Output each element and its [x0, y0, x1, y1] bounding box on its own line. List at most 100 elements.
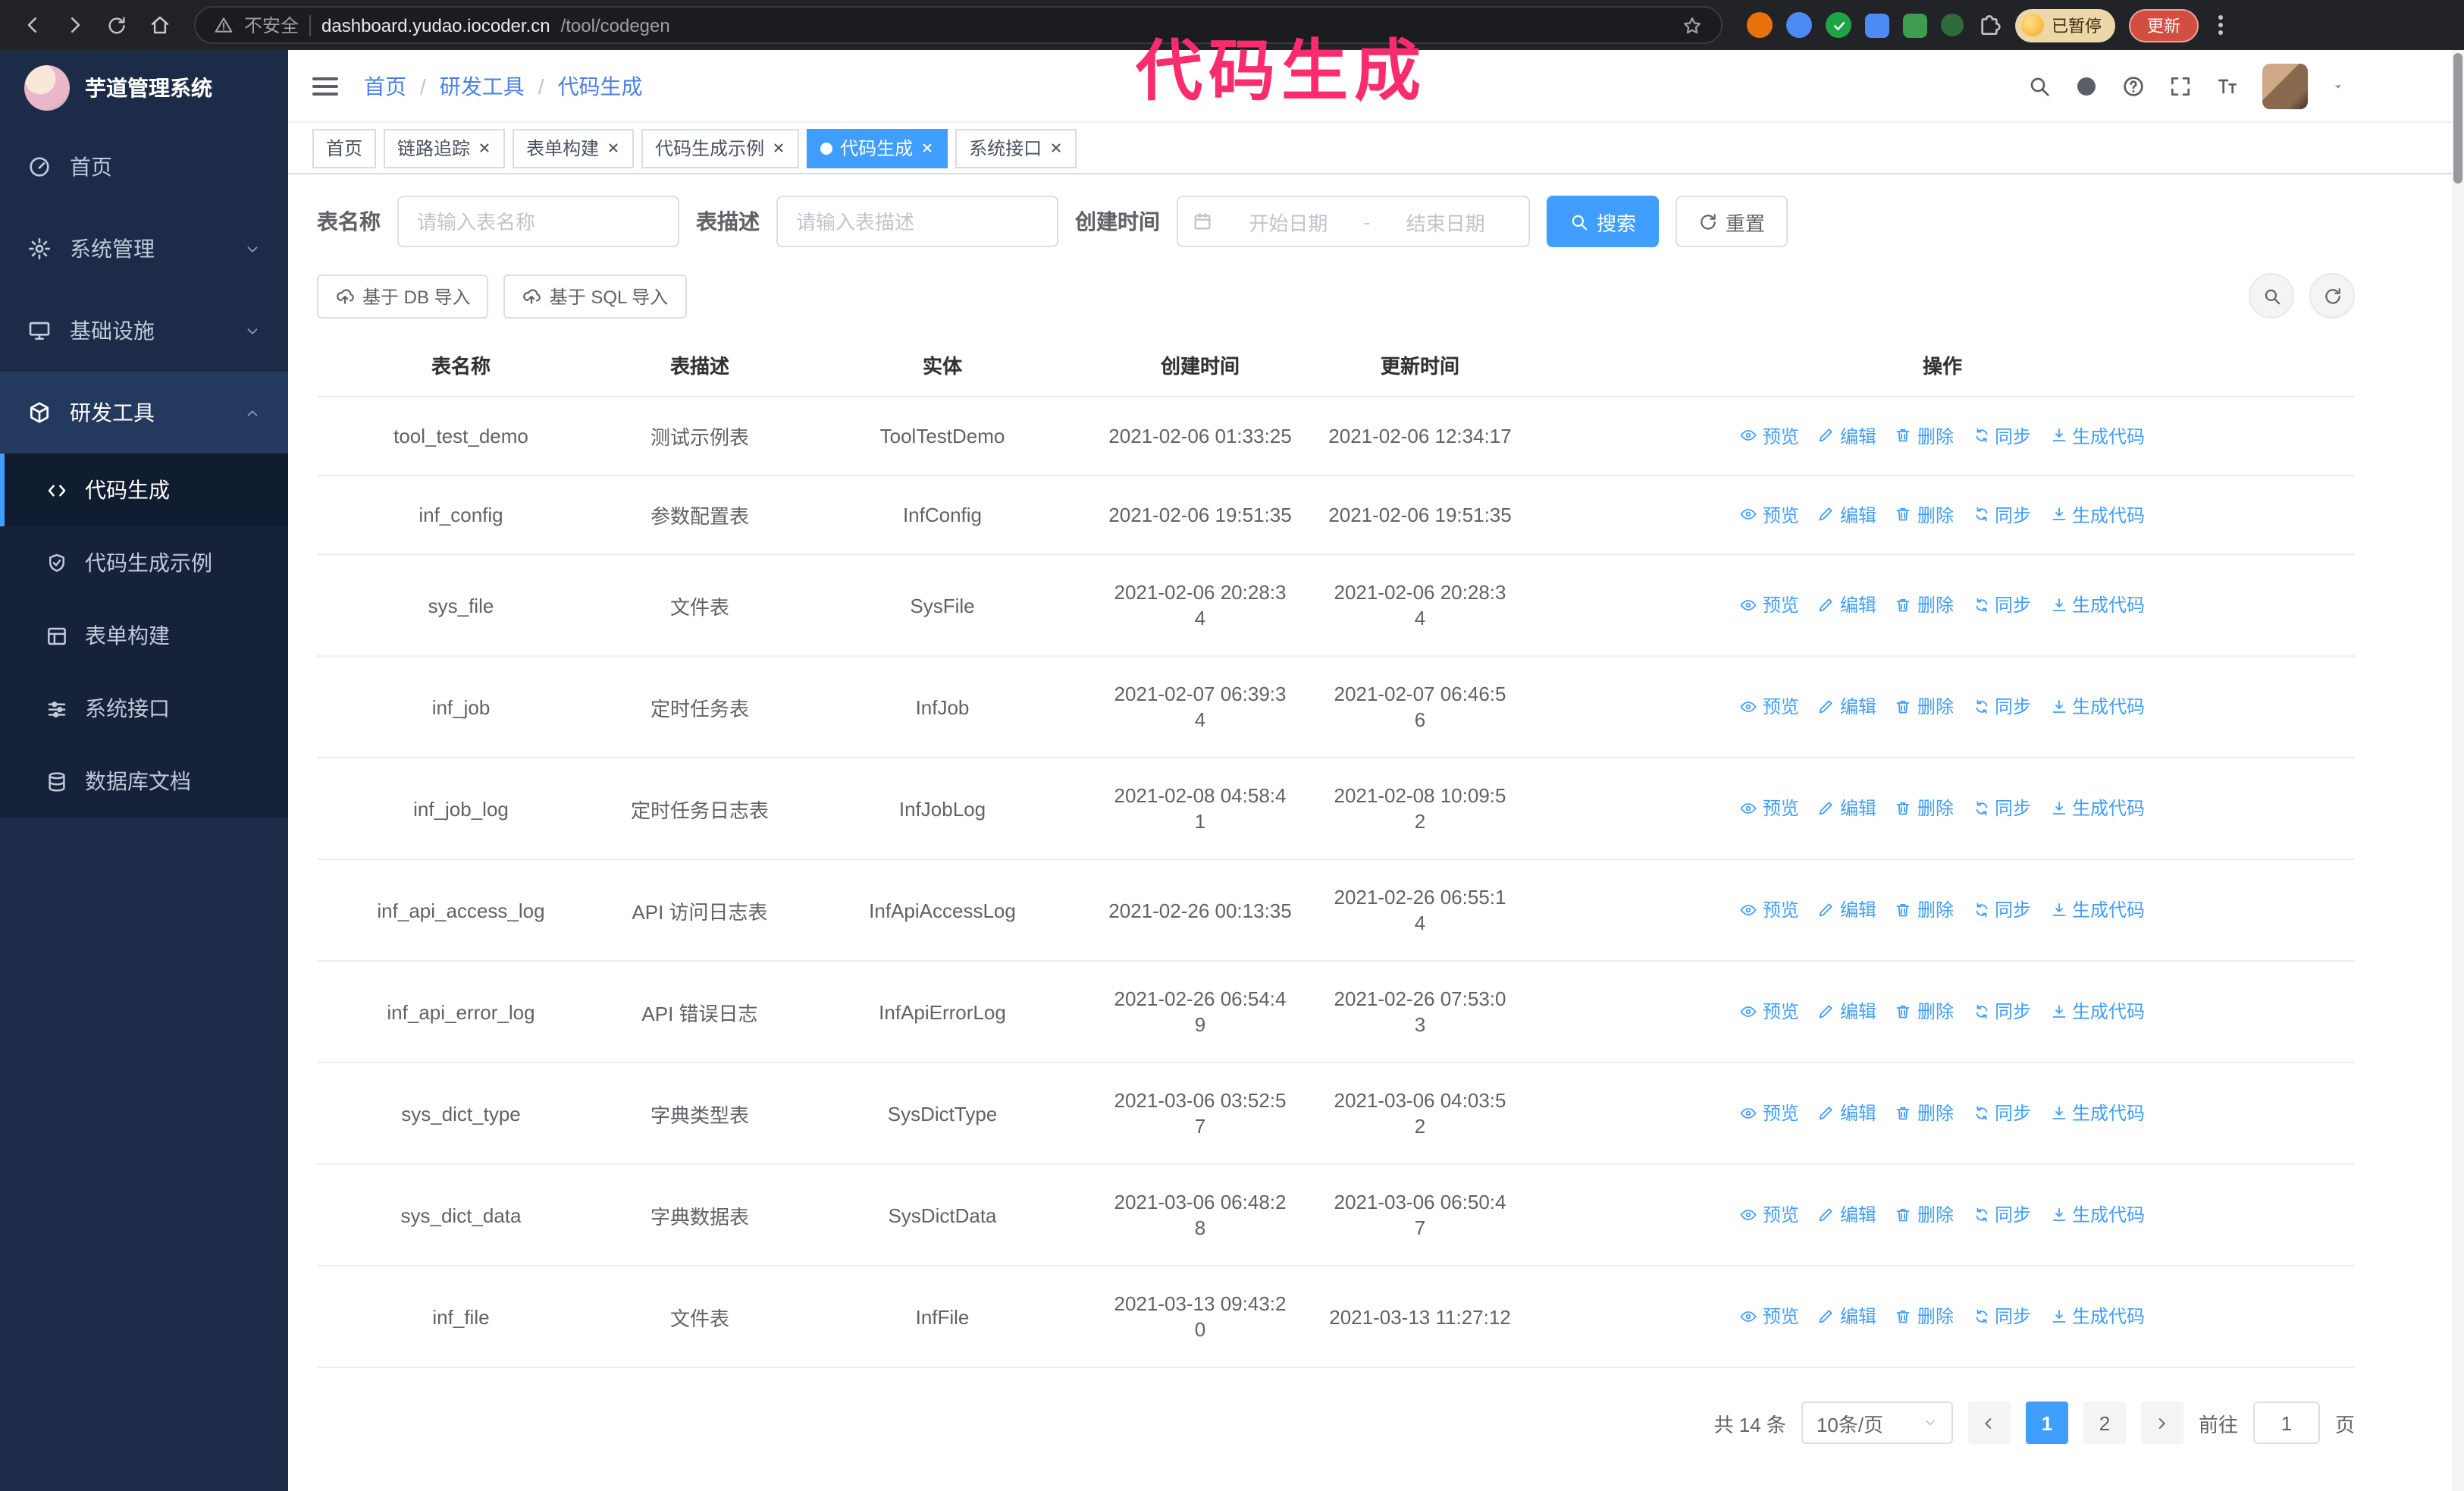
goto-page-input[interactable]	[2252, 1402, 2320, 1444]
close-icon[interactable]	[772, 141, 785, 155]
sidebar-subitem-codegen[interactable]: 代码生成	[0, 454, 288, 526]
search-button[interactable]: 搜索	[1547, 196, 1660, 247]
generate-code-link[interactable]: 生成代码	[2049, 502, 2145, 528]
tab-form-builder[interactable]: 表单构建	[513, 128, 635, 168]
delete-link[interactable]: 删除	[1895, 999, 1954, 1025]
edit-link[interactable]: 编辑	[1817, 796, 1876, 821]
generate-code-link[interactable]: 生成代码	[2049, 592, 2145, 618]
edit-link[interactable]: 编辑	[1817, 423, 1876, 449]
home-button[interactable]	[140, 5, 179, 45]
extension-icon-blue[interactable]	[1786, 12, 1812, 38]
breadcrumb-item-codegen[interactable]: 代码生成	[558, 71, 643, 101]
next-page-button[interactable]	[2140, 1402, 2183, 1444]
update-button[interactable]: 更新	[2129, 8, 2199, 42]
generate-code-link[interactable]: 生成代码	[2049, 1304, 2145, 1329]
generate-code-link[interactable]: 生成代码	[2049, 796, 2145, 821]
preview-link[interactable]: 预览	[1740, 502, 1799, 528]
delete-link[interactable]: 删除	[1895, 502, 1954, 528]
prev-page-button[interactable]	[1967, 1402, 2011, 1444]
edit-link[interactable]: 编辑	[1817, 1304, 1876, 1329]
import-sql-button[interactable]: 基于 SQL 导入	[503, 274, 687, 318]
hamburger-icon[interactable]	[312, 77, 338, 95]
sync-link[interactable]: 同步	[1972, 502, 2031, 528]
toggle-search-button[interactable]	[2249, 273, 2294, 319]
sync-link[interactable]: 同步	[1972, 1304, 2031, 1329]
preview-link[interactable]: 预览	[1740, 423, 1799, 449]
tab-codegen[interactable]: 代码生成	[807, 128, 948, 168]
delete-link[interactable]: 删除	[1895, 1202, 1954, 1228]
extension-icon-blue-square[interactable]	[1865, 13, 1889, 37]
page-size-select[interactable]: 10条/页	[1801, 1402, 1953, 1444]
sync-link[interactable]: 同步	[1972, 897, 2031, 923]
preview-link[interactable]: 预览	[1740, 796, 1799, 821]
refresh-table-button[interactable]	[2309, 273, 2355, 319]
sync-link[interactable]: 同步	[1972, 1100, 2031, 1126]
bookmark-star-icon[interactable]	[1682, 14, 1703, 36]
sync-link[interactable]: 同步	[1972, 592, 2031, 618]
back-button[interactable]	[12, 5, 52, 45]
header-search-icon[interactable]	[2027, 74, 2052, 98]
fullscreen-icon[interactable]	[2168, 74, 2193, 98]
preview-link[interactable]: 预览	[1740, 1100, 1799, 1126]
edit-link[interactable]: 编辑	[1817, 999, 1876, 1025]
address-bar[interactable]: 不安全 dashboard.yudao.iocoder.cn/tool/code…	[194, 6, 1723, 44]
avatar[interactable]	[2262, 63, 2308, 108]
sync-link[interactable]: 同步	[1972, 694, 2031, 720]
import-db-button[interactable]: 基于 DB 导入	[317, 274, 489, 318]
font-size-icon[interactable]	[2215, 74, 2240, 98]
extension-icon-dark-green[interactable]	[1941, 14, 1964, 36]
page-button-2[interactable]: 2	[2083, 1402, 2126, 1444]
sync-link[interactable]: 同步	[1972, 423, 2031, 449]
preview-link[interactable]: 预览	[1740, 694, 1799, 720]
help-icon[interactable]	[2121, 74, 2146, 98]
browser-menu-icon[interactable]	[2212, 9, 2229, 41]
sidebar-subitem-db-doc[interactable]: 数据库文档	[0, 745, 288, 818]
delete-link[interactable]: 删除	[1895, 897, 1954, 923]
reload-button[interactable]	[97, 5, 136, 45]
delete-link[interactable]: 删除	[1895, 1100, 1954, 1126]
edit-link[interactable]: 编辑	[1817, 1202, 1876, 1228]
scrollbar-thumb[interactable]	[2453, 53, 2462, 184]
preview-link[interactable]: 预览	[1740, 897, 1799, 923]
delete-link[interactable]: 删除	[1895, 423, 1954, 449]
close-icon[interactable]	[920, 141, 934, 155]
sidebar-item-infrastructure[interactable]: 基础设施	[0, 290, 288, 372]
reset-button[interactable]: 重置	[1676, 196, 1788, 247]
delete-link[interactable]: 删除	[1895, 796, 1954, 821]
close-icon[interactable]	[1049, 141, 1063, 155]
generate-code-link[interactable]: 生成代码	[2049, 897, 2145, 923]
extension-icon-green-check[interactable]	[1826, 12, 1851, 38]
edit-link[interactable]: 编辑	[1817, 1100, 1876, 1126]
avatar-caret-icon[interactable]	[2331, 78, 2346, 93]
app-logo[interactable]: 芋道管理系统	[0, 50, 288, 126]
sync-link[interactable]: 同步	[1972, 796, 2031, 821]
sync-link[interactable]: 同步	[1972, 1202, 2031, 1228]
preview-link[interactable]: 预览	[1740, 592, 1799, 618]
sidebar-item-system-manage[interactable]: 系统管理	[0, 208, 288, 290]
delete-link[interactable]: 删除	[1895, 694, 1954, 720]
breadcrumb-item-home[interactable]: 首页	[364, 71, 406, 101]
tab-codegen-example[interactable]: 代码生成示例	[641, 128, 800, 168]
tab-system-api[interactable]: 系统接口	[955, 128, 1077, 168]
preview-link[interactable]: 预览	[1740, 1202, 1799, 1228]
sidebar-subitem-form-builder[interactable]: 表单构建	[0, 599, 288, 672]
puzzle-icon[interactable]	[1977, 13, 2002, 37]
page-scrollbar[interactable]	[2452, 50, 2464, 1491]
table-name-input[interactable]	[397, 196, 679, 247]
edit-link[interactable]: 编辑	[1817, 592, 1876, 618]
preview-link[interactable]: 预览	[1740, 1304, 1799, 1329]
tab-tracing[interactable]: 链路追踪	[384, 128, 506, 168]
sidebar-subitem-system-api[interactable]: 系统接口	[0, 672, 288, 745]
breadcrumb-item-devtools[interactable]: 研发工具	[440, 71, 525, 101]
generate-code-link[interactable]: 生成代码	[2049, 694, 2145, 720]
delete-link[interactable]: 删除	[1895, 592, 1954, 618]
close-icon[interactable]	[478, 141, 491, 155]
sidebar-item-home[interactable]: 首页	[0, 126, 288, 208]
extension-icon-orange[interactable]	[1747, 12, 1773, 38]
tab-home[interactable]: 首页	[312, 128, 377, 168]
extension-icon-green-square[interactable]	[1903, 13, 1927, 37]
edit-link[interactable]: 编辑	[1817, 694, 1876, 720]
sidebar-subitem-codegen-example[interactable]: 代码生成示例	[0, 526, 288, 599]
close-icon[interactable]	[607, 141, 620, 155]
page-button-1[interactable]: 1	[2025, 1402, 2068, 1444]
